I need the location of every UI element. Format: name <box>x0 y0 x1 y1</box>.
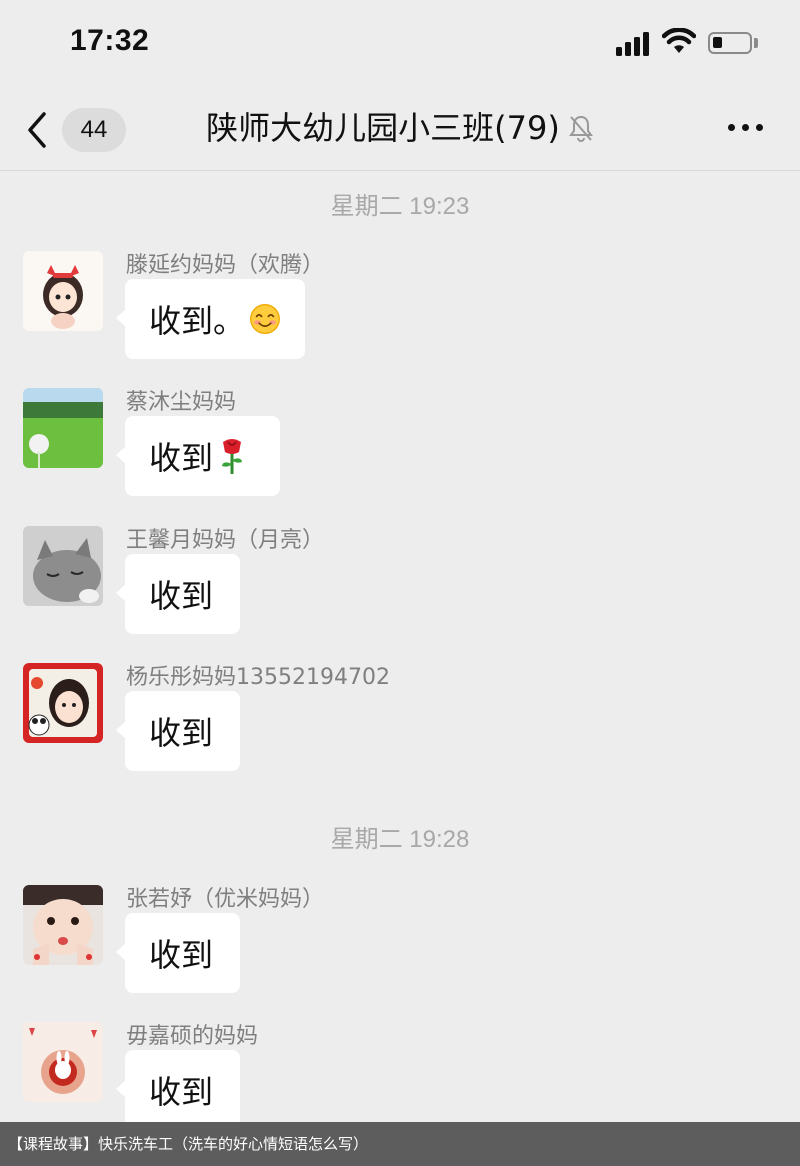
sender-name: 毋嘉硕的妈妈 <box>126 1024 259 1049</box>
message-text: 收到 <box>149 1073 214 1111</box>
battery-cap <box>754 38 758 48</box>
status-bar: 17:32 <box>0 0 800 88</box>
smiling-face-emoji <box>250 304 280 334</box>
message-text: 收到 <box>149 577 214 615</box>
message-bubble[interactable]: 收到 <box>116 1050 240 1130</box>
message-bubble[interactable]: 收到 <box>116 416 280 496</box>
chat-timestamp: 星期二 19:28 <box>330 826 470 853</box>
message-text: 收到 <box>149 439 214 477</box>
message-text: 收到 <box>149 714 214 752</box>
battery-icon <box>708 32 752 54</box>
chat-timestamp: 星期二 19:23 <box>330 193 470 220</box>
message-bubble[interactable]: 收到 <box>116 554 240 634</box>
status-time: 17:32 <box>70 24 150 57</box>
rabbit-cake-avatar[interactable] <box>23 1022 103 1102</box>
cartoon-girl-avatar[interactable] <box>23 251 103 331</box>
cartoon-woman-panda-avatar[interactable] <box>23 663 103 743</box>
message-bubble[interactable]: 收到 <box>116 691 240 771</box>
chat-title: 陕师大幼儿园小三班(79) <box>0 104 800 152</box>
chat-title-text: 陕师大幼儿园小三班(79) <box>206 109 560 147</box>
more-options-button[interactable] <box>722 116 770 140</box>
dandelion-field-avatar[interactable] <box>23 388 103 468</box>
cellular-signal-icon <box>616 30 654 56</box>
message-bubble[interactable]: 收到。 <box>116 279 305 359</box>
sleeping-cat-avatar[interactable] <box>23 526 103 606</box>
message-bubble[interactable]: 收到 <box>116 913 240 993</box>
child-photo-avatar[interactable] <box>23 885 103 965</box>
message-text: 收到。 <box>149 302 246 340</box>
message-text: 收到 <box>149 936 214 974</box>
sender-name: 杨乐彤妈妈13552194702 <box>126 665 390 690</box>
muted-bell-icon <box>568 115 593 142</box>
sender-name: 蔡沐尘妈妈 <box>126 390 237 415</box>
rose-emoji <box>222 439 243 474</box>
sender-name: 张若妤（优米妈妈） <box>126 887 325 912</box>
footer-caption: 【课程故事】快乐洗车工（洗车的好心情短语怎么写） <box>0 1122 800 1166</box>
wifi-icon <box>662 28 696 53</box>
sender-name: 滕延约妈妈（欢腾） <box>126 253 325 278</box>
sender-name: 王馨月妈妈（月亮） <box>126 528 325 553</box>
chat-header: 44 陕师大幼儿园小三班(79) <box>0 88 800 171</box>
